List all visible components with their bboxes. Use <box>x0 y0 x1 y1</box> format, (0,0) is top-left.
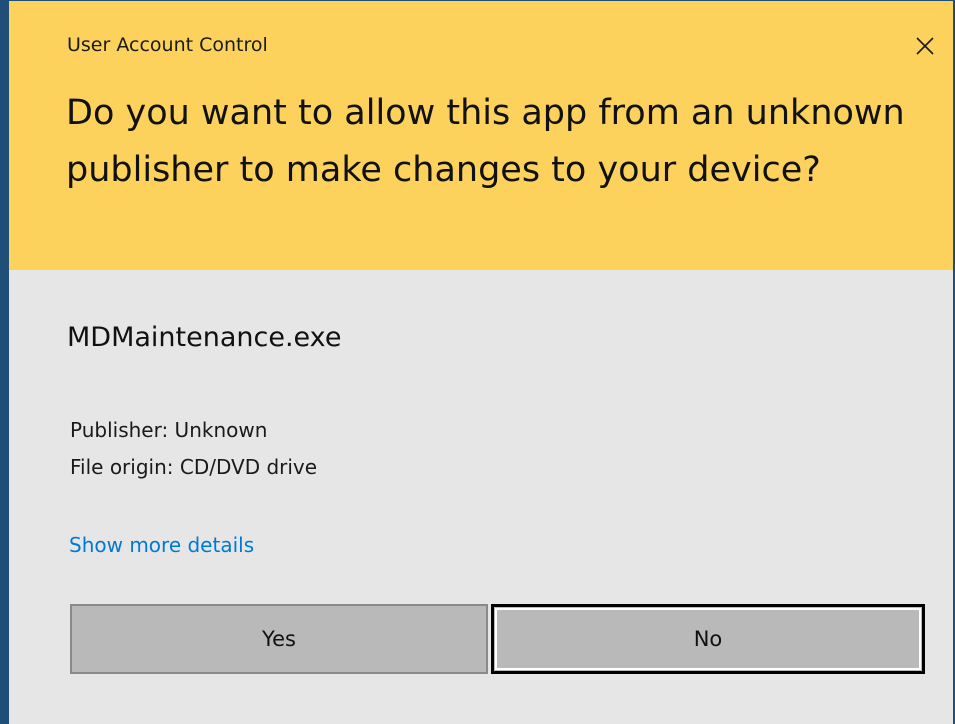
yes-button[interactable]: Yes <box>70 604 488 674</box>
file-origin-text: File origin: CD/DVD drive <box>70 455 318 479</box>
app-name: MDMaintenance.exe <box>67 322 342 353</box>
app-info: Publisher: Unknown File origin: CD/DVD d… <box>70 412 317 486</box>
publisher-text: Publisher: Unknown <box>70 418 268 442</box>
dialog-body: MDMaintenance.exe Publisher: Unknown Fil… <box>9 270 953 724</box>
close-button[interactable] <box>905 26 945 66</box>
show-more-details-link[interactable]: Show more details <box>69 533 254 557</box>
dialog-header: User Account Control Do you want to allo… <box>9 1 953 270</box>
no-button[interactable]: No <box>491 604 925 674</box>
dialog-title: User Account Control <box>67 34 268 56</box>
dialog-question: Do you want to allow this app from an un… <box>66 93 905 190</box>
close-icon <box>916 37 934 55</box>
uac-dialog: User Account Control Do you want to allo… <box>0 0 955 724</box>
